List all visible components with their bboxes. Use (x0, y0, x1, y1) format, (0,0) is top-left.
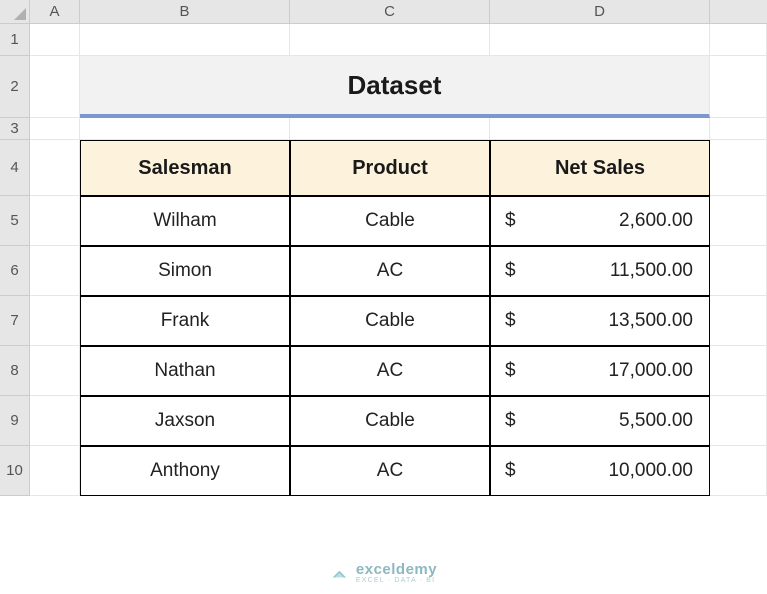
row-header-8[interactable]: 8 (0, 346, 29, 396)
cell-netsales[interactable]: $ 11,500.00 (490, 246, 710, 296)
netsales-value: 11,500.00 (610, 260, 693, 282)
cell-netsales[interactable]: $ 2,600.00 (490, 196, 710, 246)
cell-a9[interactable] (30, 396, 80, 446)
cell-c3[interactable] (290, 118, 490, 140)
cell-netsales[interactable]: $ 13,500.00 (490, 296, 710, 346)
header-product[interactable]: Product (290, 140, 490, 196)
cell-a1[interactable] (30, 24, 80, 56)
cell-a6[interactable] (30, 246, 80, 296)
cell-product[interactable]: Cable (290, 396, 490, 446)
netsales-value: 10,000.00 (608, 460, 693, 482)
row-header-7[interactable]: 7 (0, 296, 29, 346)
cell-netsales[interactable]: $ 10,000.00 (490, 446, 710, 496)
cell-d3[interactable] (490, 118, 710, 140)
cell-e5[interactable] (710, 196, 767, 246)
table-row: Wilham Cable $ 2,600.00 (30, 196, 767, 246)
cell-product[interactable]: AC (290, 246, 490, 296)
cell-a4[interactable] (30, 140, 80, 196)
row-header-3[interactable]: 3 (0, 118, 29, 140)
col-header-c[interactable]: C (290, 0, 490, 23)
row-headers: 1 2 3 4 5 6 7 8 9 10 (0, 24, 30, 496)
header-salesman[interactable]: Salesman (80, 140, 290, 196)
select-all-corner[interactable] (0, 0, 30, 24)
cell-a8[interactable] (30, 346, 80, 396)
table-row: Simon AC $ 11,500.00 (30, 246, 767, 296)
watermark-text: exceldemy (356, 562, 437, 577)
cell-product[interactable]: AC (290, 446, 490, 496)
currency-symbol: $ (505, 460, 516, 482)
header-netsales[interactable]: Net Sales (490, 140, 710, 196)
cell-a2[interactable] (30, 56, 80, 118)
row-header-10[interactable]: 10 (0, 446, 29, 496)
cell-e1[interactable] (710, 24, 767, 56)
exceldemy-logo-icon (330, 564, 348, 582)
worksheet-grid: Dataset Salesman Product Net Sales Wilha… (30, 24, 767, 594)
col-header-d[interactable]: D (490, 0, 710, 23)
currency-symbol: $ (505, 260, 516, 282)
cell-product[interactable]: AC (290, 346, 490, 396)
cell-e4[interactable] (710, 140, 767, 196)
cell-e6[interactable] (710, 246, 767, 296)
cell-netsales[interactable]: $ 17,000.00 (490, 346, 710, 396)
col-header-b[interactable]: B (80, 0, 290, 23)
cell-e7[interactable] (710, 296, 767, 346)
cell-b1[interactable] (80, 24, 290, 56)
row-header-2[interactable]: 2 (0, 56, 29, 118)
netsales-value: 13,500.00 (608, 310, 693, 332)
cell-product[interactable]: Cable (290, 296, 490, 346)
row-header-4[interactable]: 4 (0, 140, 29, 196)
cell-salesman[interactable]: Jaxson (80, 396, 290, 446)
row-header-5[interactable]: 5 (0, 196, 29, 246)
currency-symbol: $ (505, 360, 516, 382)
cell-e2[interactable] (710, 56, 767, 118)
cell-a5[interactable] (30, 196, 80, 246)
cell-netsales[interactable]: $ 5,500.00 (490, 396, 710, 446)
col-header-a[interactable]: A (30, 0, 80, 23)
currency-symbol: $ (505, 210, 516, 232)
cell-d1[interactable] (490, 24, 710, 56)
currency-symbol: $ (505, 310, 516, 332)
table-row: Nathan AC $ 17,000.00 (30, 346, 767, 396)
netsales-value: 5,500.00 (619, 410, 693, 432)
cell-a3[interactable] (30, 118, 80, 140)
row-header-9[interactable]: 9 (0, 396, 29, 446)
title-cell[interactable]: Dataset (80, 56, 710, 118)
page-title: Dataset (348, 70, 442, 101)
currency-symbol: $ (505, 410, 516, 432)
table-row: Jaxson Cable $ 5,500.00 (30, 396, 767, 446)
cell-e9[interactable] (710, 396, 767, 446)
cell-salesman[interactable]: Simon (80, 246, 290, 296)
cell-a10[interactable] (30, 446, 80, 496)
cell-product[interactable]: Cable (290, 196, 490, 246)
cell-c1[interactable] (290, 24, 490, 56)
table-row: Frank Cable $ 13,500.00 (30, 296, 767, 346)
table-row: Anthony AC $ 10,000.00 (30, 446, 767, 496)
cell-salesman[interactable]: Frank (80, 296, 290, 346)
cell-a7[interactable] (30, 296, 80, 346)
cell-salesman[interactable]: Nathan (80, 346, 290, 396)
row-header-6[interactable]: 6 (0, 246, 29, 296)
column-headers: A B C D (30, 0, 767, 24)
watermark: exceldemy EXCEL · DATA · BI (330, 562, 437, 584)
cell-b3[interactable] (80, 118, 290, 140)
netsales-value: 2,600.00 (619, 210, 693, 232)
cell-e3[interactable] (710, 118, 767, 140)
watermark-subtext: EXCEL · DATA · BI (356, 577, 437, 584)
row-header-1[interactable]: 1 (0, 24, 29, 56)
netsales-value: 17,000.00 (608, 360, 693, 382)
cell-salesman[interactable]: Anthony (80, 446, 290, 496)
cell-e8[interactable] (710, 346, 767, 396)
cell-e10[interactable] (710, 446, 767, 496)
cell-salesman[interactable]: Wilham (80, 196, 290, 246)
